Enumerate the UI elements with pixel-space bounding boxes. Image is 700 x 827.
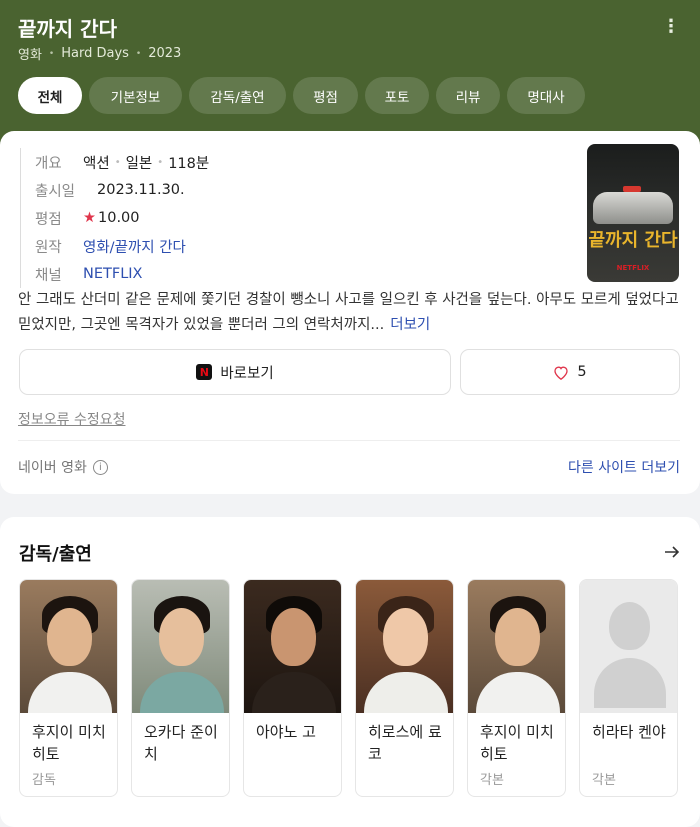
tab-all[interactable]: 전체 xyxy=(18,77,82,114)
like-button[interactable]: 5 xyxy=(460,349,680,395)
tab-reviews[interactable]: 리뷰 xyxy=(436,77,500,114)
synopsis-text: 안 그래도 산더미 같은 문제에 쫓기던 경찰이 뺑소니 사고를 일으킨 후 사… xyxy=(18,292,679,333)
rating-label: 평점 xyxy=(35,211,62,228)
person-name: 후지이 미치히토 xyxy=(480,723,554,763)
tab-quotes[interactable]: 명대사 xyxy=(507,77,585,114)
release-date: 2023.11.30. xyxy=(97,182,185,198)
police-car-graphic xyxy=(593,192,673,224)
person-name: 아야노 고 xyxy=(256,723,316,741)
original-row: 원작 영화/끝까지 간다 xyxy=(35,232,209,260)
cast-card-item[interactable]: 후지이 미치히토 각본 xyxy=(467,579,566,797)
overview-label: 개요 xyxy=(35,155,62,172)
channel-row: 채널 NETFLIX xyxy=(35,260,209,288)
tab-ratings[interactable]: 평점 xyxy=(293,77,358,114)
divider xyxy=(18,440,680,441)
movie-poster[interactable]: 끝까지 간다 NETFLIX xyxy=(587,144,679,282)
person-name: 히로스에 료코 xyxy=(368,723,442,763)
like-count: 5 xyxy=(577,364,587,380)
cast-card-item[interactable]: 후지이 미치히토 감독 xyxy=(19,579,118,797)
runtime-value: 118분 xyxy=(168,155,210,172)
person-photo xyxy=(468,580,565,713)
poster-brand: NETFLIX xyxy=(616,264,650,272)
release-row: 출시일 2023.11.30. xyxy=(35,176,209,204)
star-icon: ★ xyxy=(83,210,96,226)
netflix-icon: N xyxy=(196,364,213,380)
cast-card-item[interactable]: 히로스에 료코 xyxy=(355,579,454,797)
tab-basic-info[interactable]: 기본정보 xyxy=(89,77,182,114)
cast-card-item[interactable]: 오카다 준이치 xyxy=(131,579,230,797)
source-label: 네이버 영화 i xyxy=(18,457,108,477)
person-photo xyxy=(20,580,117,713)
watch-now-button[interactable]: N 바로보기 xyxy=(19,349,451,395)
cast-card-item[interactable]: 아야노 고 xyxy=(243,579,342,797)
person-name: 후지이 미치히토 xyxy=(32,723,106,763)
country-value: 일본 xyxy=(125,155,153,172)
tab-photos[interactable]: 포토 xyxy=(365,77,429,114)
rating-value: 10.00 xyxy=(98,210,140,226)
cast-card: 감독/출연 후지이 미치히토 감독 오카다 준이치 아야노 고 히로스에 료코 … xyxy=(0,517,700,827)
heart-icon xyxy=(553,365,569,380)
watch-now-label: 바로보기 xyxy=(220,365,274,382)
info-icon[interactable]: i xyxy=(92,459,108,475)
original-label: 원작 xyxy=(35,239,62,256)
person-role: 각본 xyxy=(592,773,616,788)
person-role: 감독 xyxy=(32,773,56,788)
placeholder-avatar-icon xyxy=(580,580,677,713)
person-role: 각본 xyxy=(480,773,504,788)
release-year: 2023 xyxy=(148,46,182,61)
channel-link[interactable]: NETFLIX xyxy=(83,266,143,282)
cast-section-title: 감독/출연 xyxy=(19,544,92,565)
info-list: 개요 액션 • 일본 • 118분 출시일 2023.11.30. 평점 ★ 1… xyxy=(20,148,209,288)
synopsis: 안 그래도 산더미 같은 문제에 쫓기던 경찰이 뺑소니 사고를 일으킨 후 사… xyxy=(18,288,682,338)
tab-bar: 전체 기본정보 감독/출연 평점 포토 리뷰 명대사 xyxy=(18,77,592,114)
movie-subtitle: 영화 • Hard Days • 2023 xyxy=(18,46,182,63)
report-error-link[interactable]: 정보오류 수정요청 xyxy=(18,409,126,429)
poster-title: 끝까지 간다 xyxy=(588,230,678,251)
source-text: 네이버 영화 xyxy=(18,460,87,476)
other-sites-link[interactable]: 다른 사이트 더보기 xyxy=(568,457,680,477)
english-title: Hard Days xyxy=(61,46,129,61)
cast-card-item[interactable]: 히라타 켄야 각본 xyxy=(579,579,678,797)
movie-title: 끝까지 간다 xyxy=(18,17,117,41)
person-name: 히라타 켄야 xyxy=(592,723,666,741)
synopsis-more-link[interactable]: 더보기 xyxy=(390,317,430,333)
channel-label: 채널 xyxy=(35,267,62,284)
cast-list: 후지이 미치히토 감독 오카다 준이치 아야노 고 히로스에 료코 후지이 미치… xyxy=(19,579,678,797)
genre-value: 액션 xyxy=(83,155,110,172)
arrow-right-icon[interactable] xyxy=(664,544,680,563)
person-name: 오카다 준이치 xyxy=(144,723,218,763)
person-photo xyxy=(244,580,341,713)
release-label: 출시일 xyxy=(35,183,76,200)
more-options-icon[interactable]: ⋮ xyxy=(662,18,680,36)
rating-row: 평점 ★ 10.00 xyxy=(35,204,209,232)
movie-info-card: 개요 액션 • 일본 • 118분 출시일 2023.11.30. 평점 ★ 1… xyxy=(0,131,700,494)
overview-row: 개요 액션 • 일본 • 118분 xyxy=(35,148,209,176)
category-label: 영화 xyxy=(18,48,42,63)
original-link[interactable]: 영화/끝까지 간다 xyxy=(83,236,186,257)
person-photo xyxy=(132,580,229,713)
person-photo xyxy=(356,580,453,713)
tab-cast[interactable]: 감독/출연 xyxy=(189,77,286,114)
